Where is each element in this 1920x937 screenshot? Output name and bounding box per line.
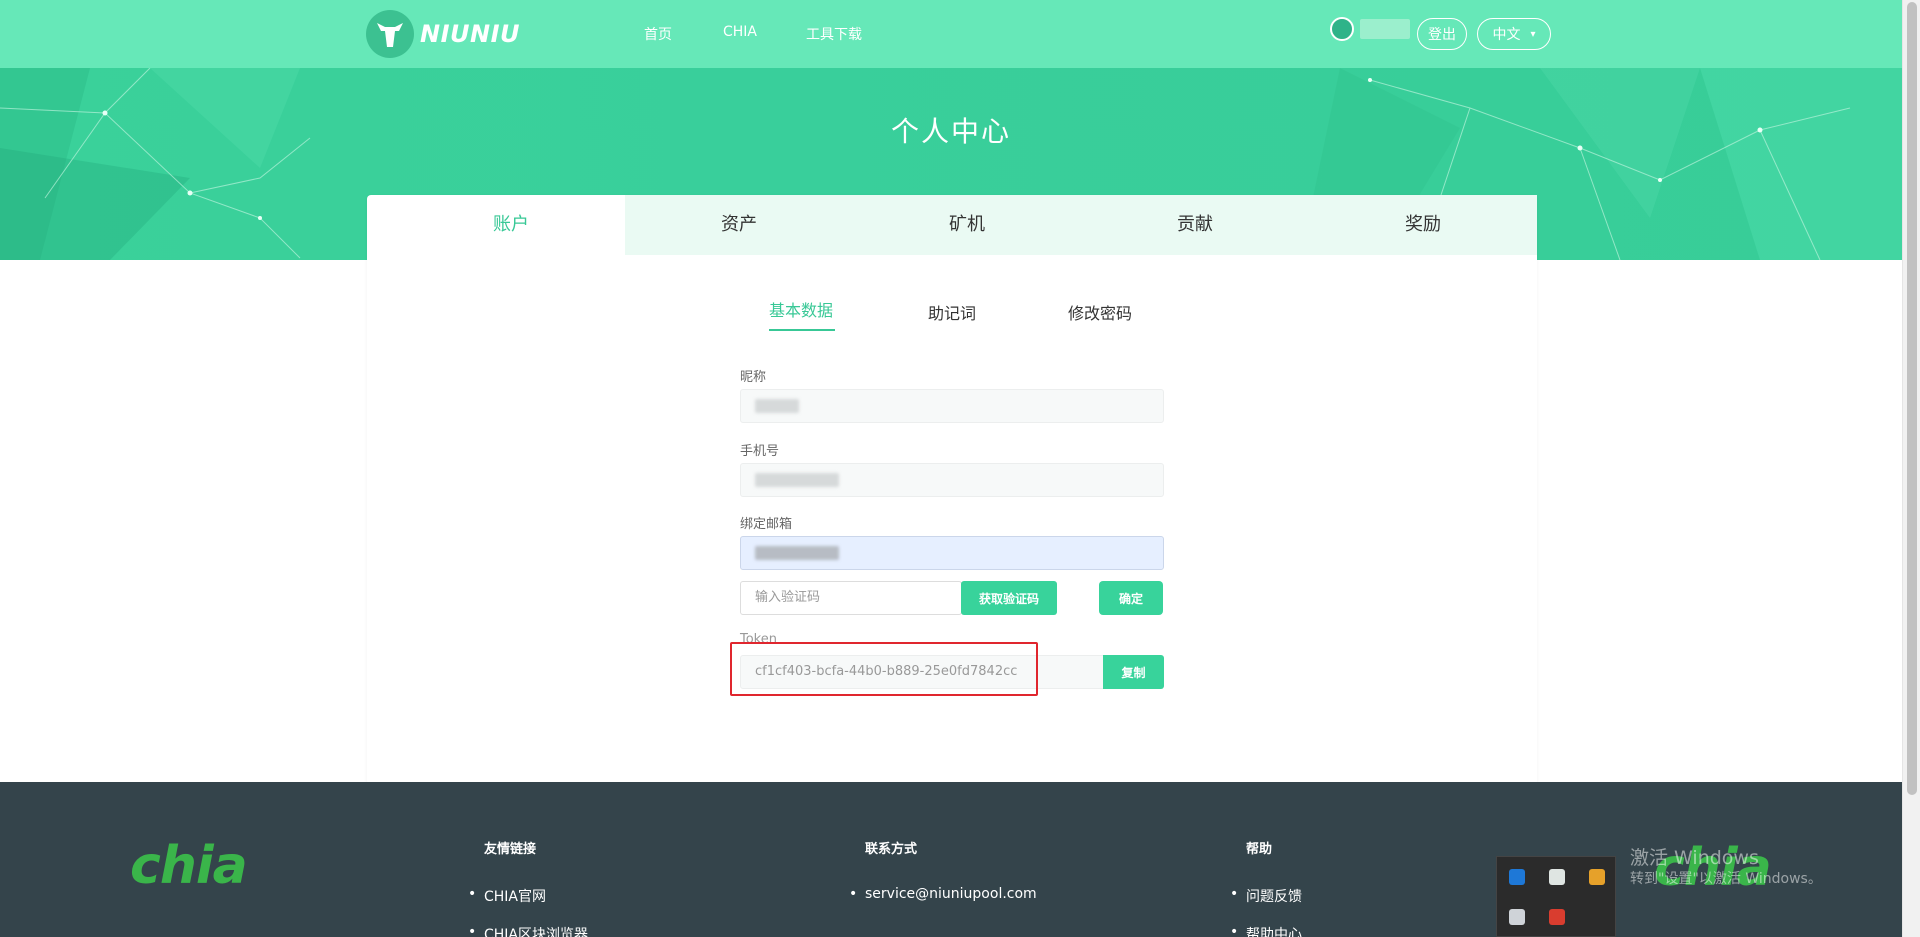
top-navigation-bar: NIUNIU 首页 CHIA 工具下载 登出 中文 ▾: [0, 0, 1902, 68]
phone-label: 手机号: [740, 444, 780, 459]
chevron-down-icon: ▾: [1530, 28, 1536, 40]
bluetooth-icon[interactable]: [1509, 869, 1525, 885]
tab-rewards[interactable]: 奖励: [1309, 195, 1537, 255]
link-chia-official[interactable]: CHIA官网: [468, 886, 546, 906]
defender-icon[interactable]: [1589, 869, 1605, 885]
system-tray-popup: [1496, 856, 1616, 937]
windows-activation-title: 激活 Windows: [1630, 847, 1759, 869]
windows-activation-subtitle: 转到"设置"以激活 Windows。: [1630, 871, 1822, 887]
user-info[interactable]: [1330, 17, 1410, 41]
redacted-value: [755, 399, 799, 413]
scrollbar-thumb[interactable]: [1907, 2, 1917, 795]
get-code-button[interactable]: 获取验证码: [961, 581, 1057, 615]
logout-button[interactable]: 登出: [1417, 18, 1467, 50]
subtab-change-password[interactable]: 修改密码: [1068, 300, 1132, 324]
nav-home[interactable]: 首页: [644, 24, 672, 44]
subtab-basic-data[interactable]: 基本数据: [769, 297, 833, 321]
tab-assets[interactable]: 资产: [625, 195, 853, 255]
contact-title: 联系方式: [865, 842, 918, 857]
contact-email-link[interactable]: service@niuniupool.com: [849, 886, 1037, 902]
friend-links-title: 友情链接: [484, 842, 537, 857]
phone-field[interactable]: [740, 463, 1164, 497]
site-logo[interactable]: NIUNIU: [366, 10, 520, 58]
copy-token-button[interactable]: 复制: [1103, 655, 1164, 689]
security-shield-icon[interactable]: [1549, 869, 1565, 885]
username-redacted: [1360, 19, 1410, 39]
tab-account[interactable]: 账户: [397, 195, 625, 255]
footer: chia 友情链接 CHIA官网 CHIA区块浏览器 联系方式 service@…: [0, 782, 1902, 937]
app-tray-icon[interactable]: [1549, 909, 1565, 925]
tab-miners[interactable]: 矿机: [853, 195, 1081, 255]
subtab-mnemonic[interactable]: 助记词: [928, 300, 976, 324]
logo-text: NIUNIU: [420, 20, 521, 48]
token-highlight-box: [730, 642, 1038, 696]
main-tabs: 账户 资产 矿机 贡献 奖励: [397, 195, 1537, 255]
language-select[interactable]: 中文 ▾: [1477, 18, 1551, 50]
tab-contribution[interactable]: 贡献: [1081, 195, 1309, 255]
email-label: 绑定邮箱: [740, 517, 793, 532]
link-help-center[interactable]: 帮助中心: [1230, 924, 1302, 937]
nickname-field[interactable]: [740, 389, 1164, 423]
language-select-label: 中文: [1492, 27, 1521, 43]
nav-tools-download[interactable]: 工具下载: [806, 24, 862, 44]
page-scrollbar[interactable]: [1902, 0, 1920, 937]
account-card: 账户 资产 矿机 贡献 奖励 基本数据 助记词 修改密码 昵称 手机号 绑定邮箱…: [367, 195, 1537, 785]
nickname-label: 昵称: [740, 370, 767, 385]
email-field[interactable]: [740, 536, 1164, 570]
bull-logo-icon: [366, 10, 414, 58]
confirm-button[interactable]: 确定: [1099, 581, 1163, 615]
redacted-value: [755, 546, 839, 560]
printer-icon[interactable]: [1509, 909, 1525, 925]
verification-code-input[interactable]: 输入验证码: [740, 581, 962, 615]
nav-chia[interactable]: CHIA: [723, 24, 757, 40]
chia-logo[interactable]: chia: [130, 836, 248, 896]
page-title: 个人中心: [890, 115, 1011, 148]
avatar[interactable]: [1330, 17, 1354, 41]
link-feedback[interactable]: 问题反馈: [1230, 886, 1302, 906]
help-title: 帮助: [1246, 842, 1273, 857]
active-subtab-indicator: [769, 329, 835, 331]
link-chia-explorer[interactable]: CHIA区块浏览器: [468, 924, 588, 937]
redacted-value: [755, 473, 839, 487]
